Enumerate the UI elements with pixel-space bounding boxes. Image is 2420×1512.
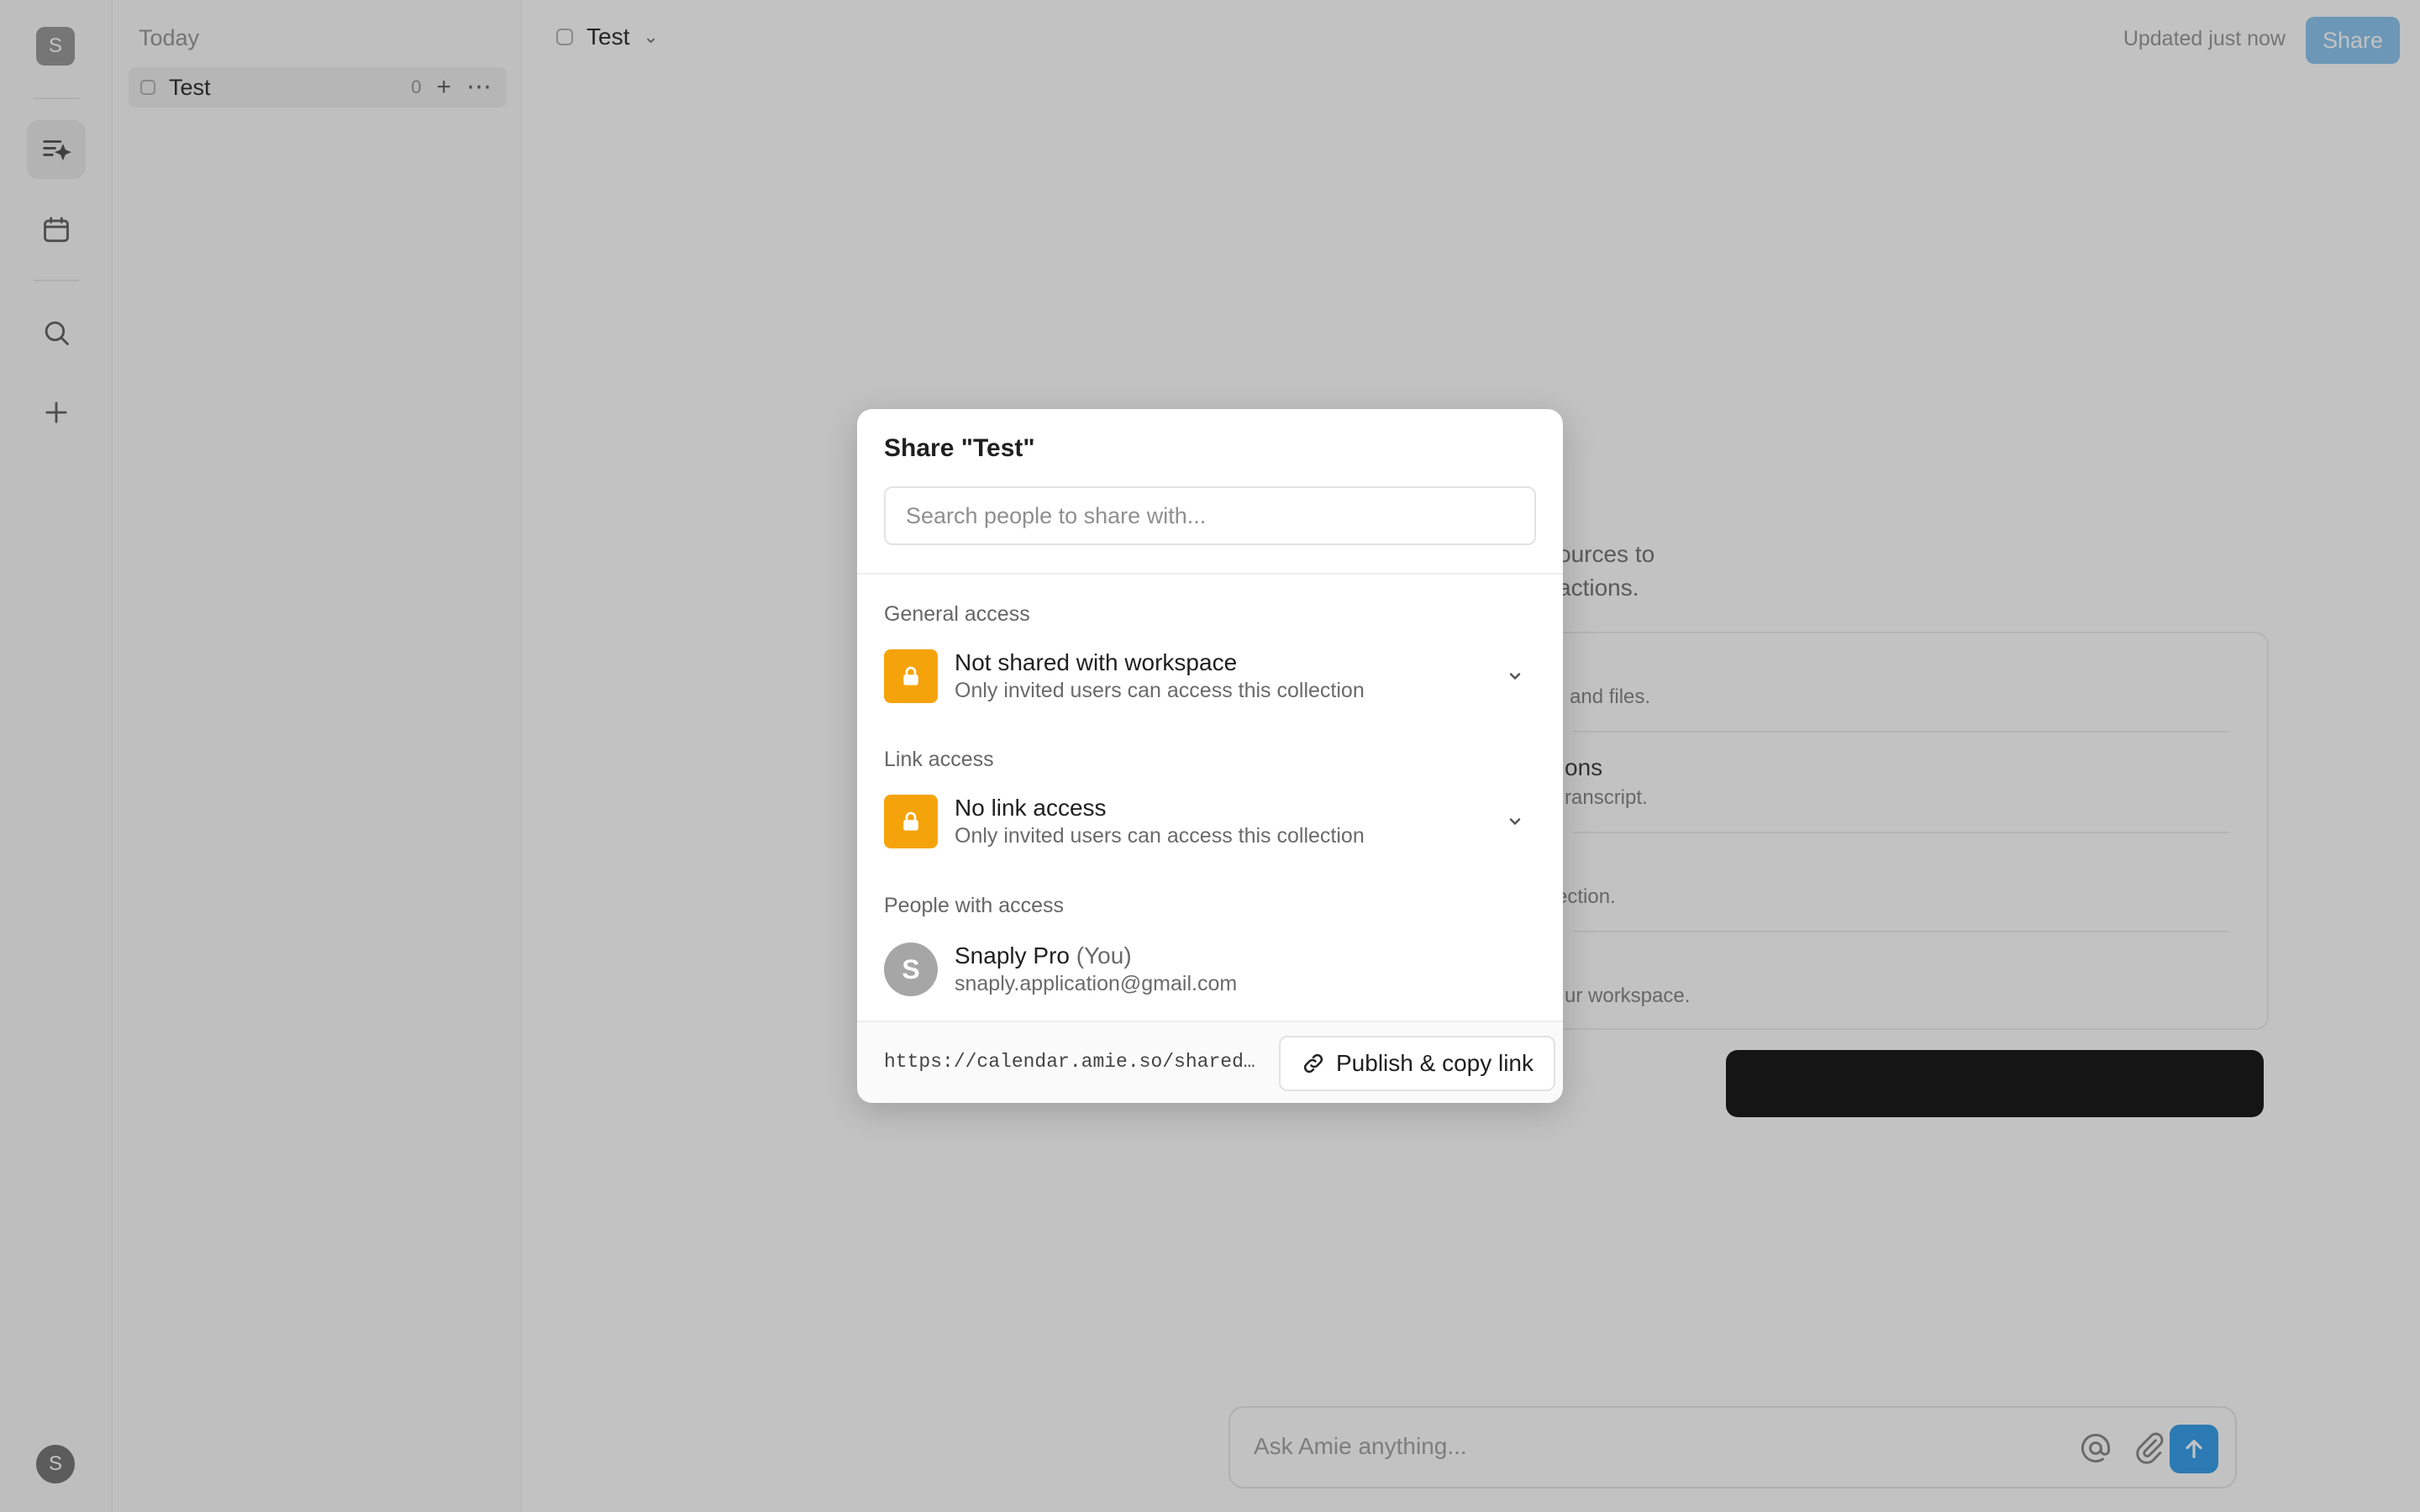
link-access-selector[interactable]: No link access Only invited users can ac… [884, 792, 1536, 851]
link-access-label: Link access [884, 748, 994, 771]
dialog-title: Share "Test" [884, 434, 1035, 462]
person-name: Snaply Pro [955, 942, 1070, 969]
general-access-label: General access [884, 602, 1030, 626]
general-access-selector[interactable]: Not shared with workspace Only invited u… [884, 647, 1536, 706]
link-access-title: No link access [955, 795, 1107, 821]
lock-icon [884, 649, 938, 703]
general-access-subtitle: Only invited users can access this colle… [955, 679, 1365, 702]
share-search-input[interactable] [884, 486, 1536, 545]
person-email: snaply.application@gmail.com [955, 972, 1238, 995]
general-access-title: Not shared with workspace [955, 649, 1238, 675]
share-dialog: Share "Test" General access Not shared w… [857, 409, 1563, 1103]
publish-copy-link-button[interactable]: Publish & copy link [1279, 1036, 1556, 1091]
chevron-down-icon[interactable] [1502, 664, 1528, 689]
person-row: S Snaply Pro (You) snaply.application@gm… [884, 940, 1536, 999]
dialog-divider [857, 573, 1563, 575]
dialog-footer: https://calendar.amie.so/shared/… Publis… [857, 1021, 1563, 1103]
link-icon [1303, 1053, 1323, 1074]
publish-copy-link-label: Publish & copy link [1336, 1050, 1534, 1076]
people-with-access-label: People with access [884, 894, 1065, 917]
share-link-url: https://calendar.amie.so/shared/… [884, 1051, 1259, 1073]
person-you-tag: (You) [1076, 942, 1132, 969]
link-access-subtitle: Only invited users can access this colle… [955, 824, 1365, 848]
person-avatar: S [884, 942, 938, 996]
lock-icon [884, 795, 938, 848]
chevron-down-icon[interactable] [1502, 809, 1528, 834]
